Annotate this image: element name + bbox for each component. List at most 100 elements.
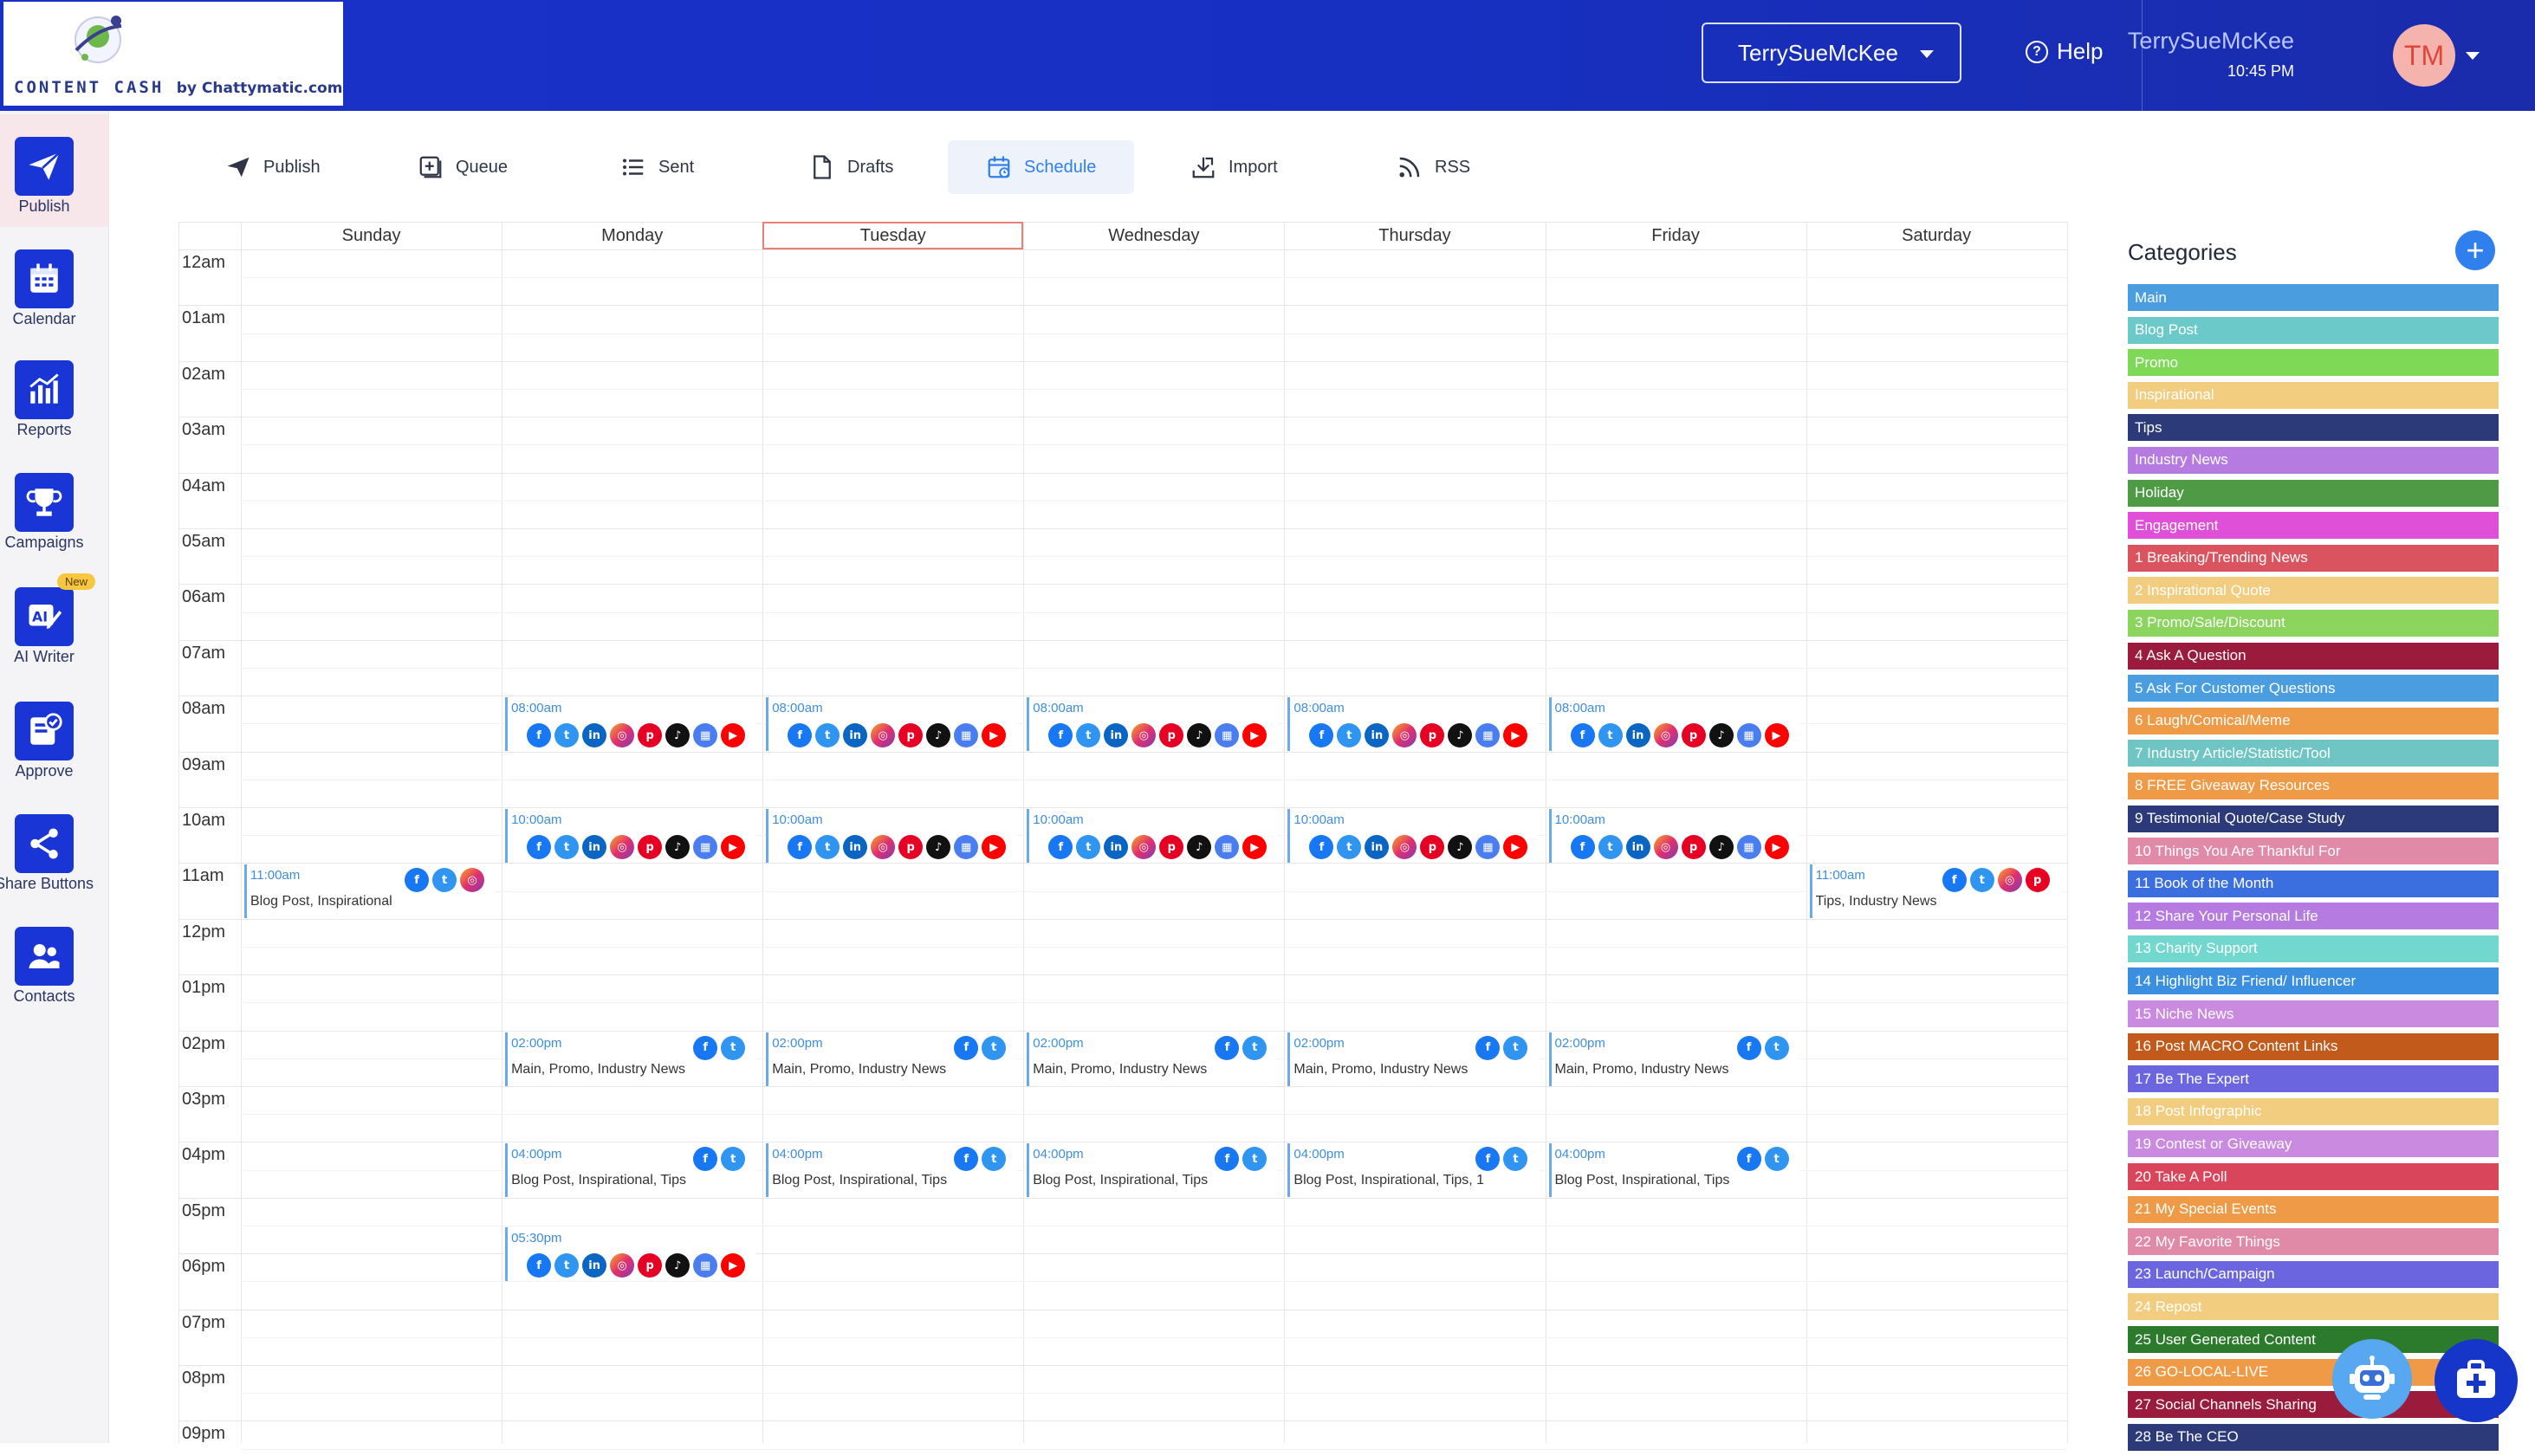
grid-half-hline <box>241 1336 2067 1338</box>
sidebar-item-reports[interactable]: Reports <box>0 338 109 450</box>
sidebar-item-ai-writer[interactable]: AI AI Writer New <box>0 565 109 677</box>
scheduled-post[interactable]: 08:00am f t in ◎ p ♪ ▦ ▶ <box>1027 697 1278 752</box>
tab-queue[interactable]: Queue <box>379 140 546 194</box>
tk-icon: ♪ <box>1448 723 1473 748</box>
yt-icon: ▶ <box>1242 723 1268 748</box>
add-category-button[interactable]: + <box>2455 230 2495 270</box>
category-item[interactable]: Blog Post <box>2128 316 2499 344</box>
category-item[interactable]: 11 Book of the Month <box>2128 870 2499 897</box>
category-item[interactable]: Tips <box>2128 414 2499 442</box>
scheduled-post[interactable]: 10:00am f t in ◎ p ♪ ▦ ▶ <box>505 809 756 863</box>
scheduled-post[interactable]: 08:00am f t in ◎ p ♪ ▦ ▶ <box>766 697 1017 752</box>
tab-drafts[interactable]: Drafts <box>771 140 931 194</box>
category-item[interactable]: Main <box>2128 284 2499 311</box>
day-header-sunday[interactable]: Sunday <box>241 222 502 249</box>
category-item[interactable]: 10 Things You Are Thankful For <box>2128 838 2499 865</box>
scheduled-post[interactable]: 04:00pm Blog Post, Inspirational, Tips f t <box>505 1143 756 1198</box>
category-item[interactable]: 4 Ask A Question <box>2128 642 2499 670</box>
yt-icon: ▶ <box>1242 835 1268 859</box>
category-item[interactable]: 1 Breaking/Trending News <box>2128 544 2499 572</box>
category-item[interactable]: 13 Charity Support <box>2128 935 2499 962</box>
scheduled-post[interactable]: 02:00pm Main, Promo, Industry News f t <box>1287 1032 1539 1086</box>
category-item[interactable]: 9 Testimonial Quote/Case Study <box>2128 805 2499 832</box>
category-item[interactable]: 25 User Generated Content <box>2128 1326 2499 1353</box>
category-item[interactable]: 24 Repost <box>2128 1293 2499 1321</box>
sidebar-item-campaigns[interactable]: Campaigns <box>0 450 109 563</box>
category-item[interactable]: Engagement <box>2128 512 2499 540</box>
day-header-saturday[interactable]: Saturday <box>1806 222 2067 249</box>
category-item[interactable]: 6 Laugh/Comical/Meme <box>2128 707 2499 734</box>
post-time: 08:00am <box>511 701 562 716</box>
day-header-tuesday[interactable]: Tuesday <box>762 222 1024 249</box>
scheduled-post[interactable]: 11:00am Tips, Industry News f t ◎ p <box>1809 864 2060 919</box>
scheduled-post[interactable]: 02:00pm Main, Promo, Industry News f t <box>505 1032 756 1086</box>
category-item[interactable]: 3 Promo/Sale/Discount <box>2128 609 2499 637</box>
li-icon: in <box>1104 723 1129 748</box>
ig-icon: ◎ <box>610 723 635 748</box>
category-item[interactable]: 19 Contest or Giveaway <box>2128 1130 2499 1158</box>
category-item[interactable]: 22 My Favorite Things <box>2128 1228 2499 1256</box>
sidebar-item-publish[interactable]: Publish <box>0 114 109 227</box>
brand-logo[interactable]: CONTENT CASH by Chattymatic.com <box>3 2 343 106</box>
fb-icon: f <box>527 723 552 748</box>
category-item[interactable]: 17 Be The Expert <box>2128 1065 2499 1093</box>
scheduled-post[interactable]: 11:00am Blog Post, Inspirational f t ◎ <box>244 864 496 919</box>
tab-publish[interactable]: Publish <box>187 140 359 194</box>
scheduled-post[interactable]: 04:00pm Blog Post, Inspirational, Tips, 1… <box>1287 1143 1539 1198</box>
scheduled-post[interactable]: 10:00am f t in ◎ p ♪ ▦ ▶ <box>766 809 1017 863</box>
tw-icon: t <box>1598 835 1623 859</box>
scheduled-post[interactable]: 02:00pm Main, Promo, Industry News f t <box>1548 1032 1799 1086</box>
category-item[interactable]: 5 Ask For Customer Questions <box>2128 675 2499 702</box>
scheduled-post[interactable]: 04:00pm Blog Post, Inspirational, Tips f t <box>1548 1143 1799 1198</box>
scheduled-post[interactable]: 04:00pm Blog Post, Inspirational, Tips f t <box>766 1143 1017 1198</box>
category-item[interactable]: Promo <box>2128 349 2499 377</box>
chatbot-button[interactable] <box>2332 1339 2412 1419</box>
avatar[interactable]: TM <box>2393 24 2455 87</box>
category-item[interactable]: 14 Highlight Biz Friend/ Influencer <box>2128 967 2499 995</box>
tab-sent[interactable]: Sent <box>582 140 732 194</box>
day-header-wednesday[interactable]: Wednesday <box>1023 222 1284 249</box>
category-item[interactable]: Holiday <box>2128 479 2499 507</box>
category-item[interactable]: 7 Industry Article/Statistic/Tool <box>2128 740 2499 767</box>
scheduled-post[interactable]: 08:00am f t in ◎ p ♪ ▦ ▶ <box>505 697 756 752</box>
category-item[interactable]: 20 Take A Poll <box>2128 1163 2499 1191</box>
tab-rss[interactable]: RSS <box>1358 140 1508 194</box>
scheduled-post[interactable]: 10:00am f t in ◎ p ♪ ▦ ▶ <box>1027 809 1278 863</box>
tab-import[interactable]: Import <box>1152 140 1316 194</box>
category-item[interactable]: 2 Inspirational Quote <box>2128 577 2499 605</box>
day-header-thursday[interactable]: Thursday <box>1284 222 1545 249</box>
support-kit-button[interactable] <box>2435 1339 2518 1422</box>
day-header-monday[interactable]: Monday <box>502 222 762 249</box>
post-categories: Blog Post, Inspirational, Tips, 1 <box>1293 1173 1485 1188</box>
scheduled-post[interactable]: 08:00am f t in ◎ p ♪ ▦ ▶ <box>1548 697 1799 752</box>
user-menu-chevron-icon[interactable] <box>2466 52 2480 60</box>
post-time: 02:00pm <box>1293 1035 1345 1051</box>
scheduled-post[interactable]: 05:30pm f t in ◎ p ♪ ▦ ▶ <box>505 1227 756 1281</box>
category-item[interactable]: Inspirational <box>2128 381 2499 409</box>
account-select[interactable]: TerrySueMcKee <box>1702 23 1961 83</box>
sidebar-item-contacts[interactable]: Contacts <box>0 904 109 1017</box>
category-item[interactable]: 12 Share Your Personal Life <box>2128 903 2499 930</box>
category-item[interactable]: Industry News <box>2128 446 2499 474</box>
category-item[interactable]: 8 FREE Giveaway Resources <box>2128 772 2499 799</box>
scheduled-post[interactable]: 10:00am f t in ◎ p ♪ ▦ ▶ <box>1548 809 1799 863</box>
social-networks: ft <box>1736 1147 1789 1172</box>
category-item[interactable]: 21 My Special Events <box>2128 1195 2499 1223</box>
category-item[interactable]: 28 Be The CEO <box>2128 1423 2499 1451</box>
sidebar-item-share-buttons[interactable]: Share Buttons <box>0 792 109 904</box>
category-item[interactable]: 23 Launch/Campaign <box>2128 1260 2499 1288</box>
scheduled-post[interactable]: 02:00pm Main, Promo, Industry News f t <box>766 1032 1017 1086</box>
help-button[interactable]: ? Help <box>2026 38 2103 65</box>
day-header-friday[interactable]: Friday <box>1546 222 1806 249</box>
scheduled-post[interactable]: 02:00pm Main, Promo, Industry News f t <box>1027 1032 1278 1086</box>
category-item[interactable]: 18 Post Infographic <box>2128 1097 2499 1125</box>
scheduled-post[interactable]: 10:00am f t in ◎ p ♪ ▦ ▶ <box>1287 809 1539 863</box>
scheduled-post[interactable]: 08:00am f t in ◎ p ♪ ▦ ▶ <box>1287 697 1539 752</box>
category-item[interactable]: 15 Niche News <box>2128 1000 2499 1028</box>
tab-schedule[interactable]: Schedule <box>948 140 1135 194</box>
category-item[interactable]: 16 Post MACRO Content Links <box>2128 1032 2499 1060</box>
grid-half-hline <box>241 333 2067 334</box>
scheduled-post[interactable]: 04:00pm Blog Post, Inspirational, Tips f t <box>1027 1143 1278 1198</box>
sidebar-item-approve[interactable]: Approve <box>0 679 109 792</box>
sidebar-item-calendar[interactable]: Calendar <box>0 227 109 340</box>
